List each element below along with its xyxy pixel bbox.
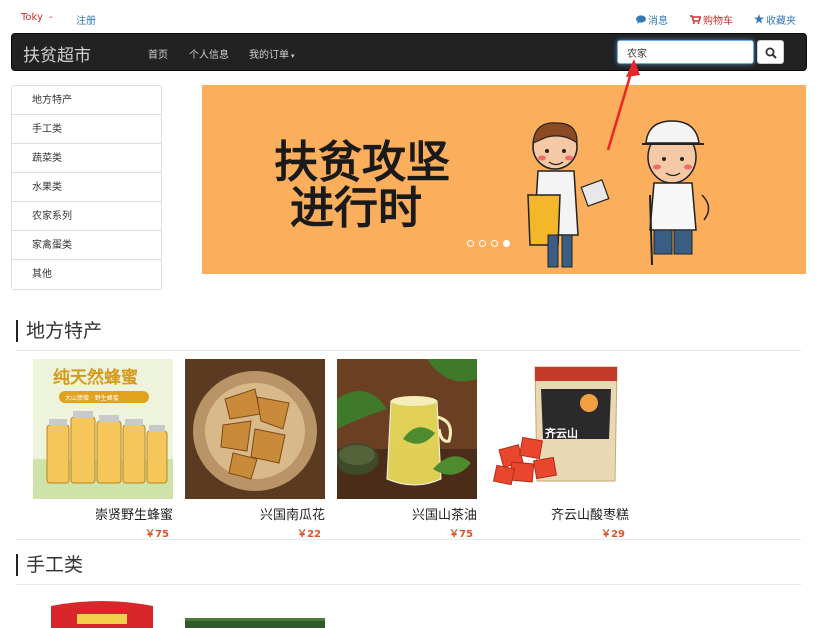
sidebar-item-fruits[interactable]: 水果类 [12,173,161,202]
star-icon [754,14,764,27]
cartoon-elder-figure [642,120,710,266]
product-image-handicraft-box[interactable] [47,600,157,628]
section-divider [16,350,801,351]
section-divider [16,584,801,585]
sidebar-item-local-specialty[interactable]: 地方特产 [12,86,161,115]
favorites-label: 收藏夹 [766,16,796,27]
carousel-dot-active[interactable] [503,240,510,247]
honey-subtitle-text: 大山馈赠 · 野生蜂蜜 [65,394,119,402]
main-navbar: 扶贫超市 首页 个人信息 我的订单 ▾ [11,33,807,71]
user-menu-caret[interactable]: - [49,12,53,23]
product-name[interactable]: 崇贤野生蜂蜜 [95,504,173,523]
product-image-handicraft-green[interactable] [185,618,325,628]
product-image-camellia-oil[interactable] [337,359,477,499]
product-name[interactable]: 兴国南瓜花 [260,504,325,523]
sidebar-item-poultry-eggs[interactable]: 家禽蛋类 [12,231,161,260]
shopping-cart-icon [690,15,702,27]
brand-logo-text[interactable]: 扶贫超市 [23,41,91,66]
product-name[interactable]: 齐云山酸枣糕 [551,504,629,523]
nav-orders-label: 我的订单 [249,50,289,61]
banner-headline-1: 扶贫攻坚 [274,137,450,188]
product-price: ￥75 [145,529,169,540]
section-title-handicraft: 手工类 [16,554,83,576]
product-image-pumpkin-flower[interactable] [185,359,325,499]
nav-orders-dropdown[interactable]: 我的订单 ▾ [249,46,295,61]
favorites-link[interactable]: 收藏夹 [754,12,796,27]
carousel-dot[interactable] [479,240,486,247]
register-link[interactable]: 注册 [76,12,96,27]
product-image-jujube-cake[interactable]: 齐云山 [489,359,629,499]
product-name[interactable]: 兴国山茶油 [412,504,477,523]
cart-link[interactable]: 购物车 [690,12,733,27]
sidebar-item-other[interactable]: 其他 [12,260,161,289]
user-name-link[interactable]: Toky [21,12,43,23]
category-sidebar: 地方特产 手工类 蔬菜类 水果类 农家系列 家禽蛋类 其他 [11,85,162,290]
messages-link[interactable]: 消息 [636,12,668,27]
product-image-honey[interactable]: 纯天然蜂蜜 大山馈赠 · 野生蜂蜜 [33,359,173,499]
carousel-dot[interactable] [467,240,474,247]
nav-home[interactable]: 首页 [148,46,168,61]
sidebar-item-vegetables[interactable]: 蔬菜类 [12,144,161,173]
sidebar-item-farm-series[interactable]: 农家系列 [12,202,161,231]
comment-icon [636,15,646,27]
banner-carousel[interactable]: 扶贫攻坚 进行时 [202,85,806,274]
carousel-dot[interactable] [491,240,498,247]
top-links-bar: Toky - 注册 消息 购物车 收藏夹 [0,12,817,28]
jujube-package-text: 齐云山 [545,426,578,440]
search-button[interactable] [757,40,784,64]
cart-label: 购物车 [703,16,733,27]
cartoon-child-figure [527,122,610,268]
caret-down-icon: ▾ [291,52,295,60]
section-title-local-specialty: 地方特产 [16,320,102,342]
product-price: ￥22 [297,529,321,540]
annotation-arrow [606,59,640,151]
banner-headline-2: 进行时 [290,183,422,234]
nav-profile[interactable]: 个人信息 [189,46,229,61]
sidebar-item-handicraft[interactable]: 手工类 [12,115,161,144]
honey-banner-text: 纯天然蜂蜜 [53,367,138,388]
section-divider [16,539,801,540]
product-price: ￥75 [449,529,473,540]
messages-label: 消息 [648,16,668,27]
product-price: ￥29 [601,529,625,540]
